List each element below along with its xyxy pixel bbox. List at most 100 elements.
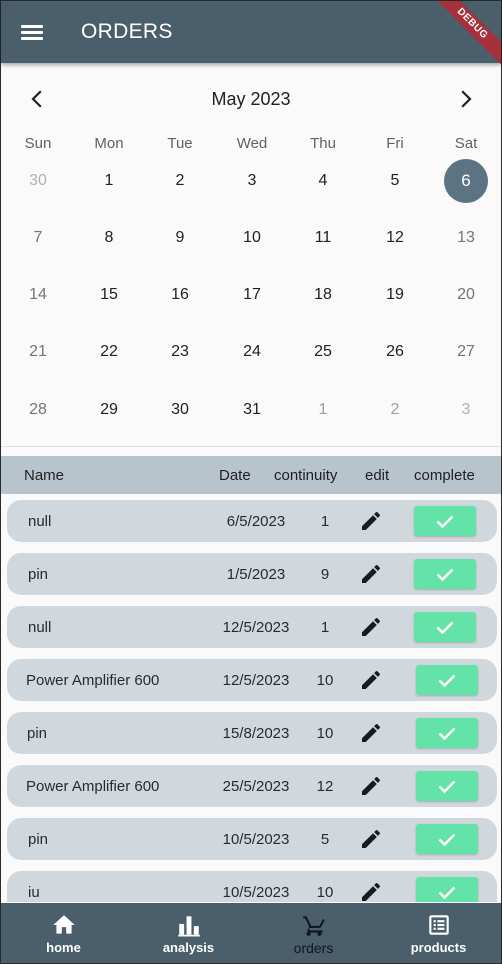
chevron-right-icon[interactable] [454, 87, 478, 111]
order-continuity: 1 [320, 619, 330, 636]
nav-label: analysis [162, 940, 215, 955]
calendar-day[interactable]: 25 [301, 330, 345, 374]
order-continuity: 5 [320, 831, 330, 848]
order-name: pin [28, 566, 49, 583]
calendar-day[interactable]: 12 [373, 216, 417, 260]
calendar-day[interactable]: 17 [230, 273, 274, 317]
calendar: May 2023 Sun Mon Tue Wed Thu Fri Sat 30 1 2 3 4 5 6 7… [1, 63, 501, 447]
nav-item-analysis[interactable]: analysis [126, 903, 251, 963]
calendar-day[interactable]: 2 [158, 159, 202, 203]
complete-button[interactable] [416, 771, 478, 801]
order-row: null 12/5/2023 1 [7, 606, 497, 648]
calendar-day[interactable]: 7 [16, 216, 60, 260]
calendar-day[interactable]: 28 [16, 388, 60, 432]
nav-label: products [410, 940, 467, 955]
calendar-day[interactable]: 9 [158, 216, 202, 260]
calendar-day[interactable]: 30 [158, 388, 202, 432]
complete-button[interactable] [414, 612, 476, 642]
header-name: Name [24, 467, 65, 484]
weekday-label: Wed [236, 135, 268, 152]
pencil-icon[interactable] [359, 509, 383, 533]
pencil-icon[interactable] [359, 668, 383, 692]
header-edit: edit [365, 467, 390, 484]
calendar-day[interactable]: 23 [158, 330, 202, 374]
check-icon [438, 886, 456, 900]
pencil-icon[interactable] [359, 774, 383, 798]
order-continuity: 10 [316, 725, 334, 742]
calendar-day[interactable]: 8 [87, 216, 131, 260]
order-continuity: 9 [320, 566, 330, 583]
pencil-icon[interactable] [359, 562, 383, 586]
complete-button[interactable] [416, 824, 478, 854]
order-row: Power Amplifier 600 12/5/2023 10 [7, 659, 497, 701]
home-icon [52, 915, 75, 934]
calendar-day[interactable]: 18 [301, 273, 345, 317]
calendar-day[interactable]: 13 [444, 216, 488, 260]
complete-button[interactable] [416, 665, 478, 695]
menu-icon[interactable] [21, 23, 43, 41]
calendar-day[interactable]: 3 [230, 159, 274, 203]
calendar-day[interactable]: 26 [373, 330, 417, 374]
calendar-day[interactable]: 10 [230, 216, 274, 260]
order-row: Power Amplifier 600 25/5/2023 12 [7, 765, 497, 807]
complete-button[interactable] [416, 718, 478, 748]
pencil-icon[interactable] [359, 880, 383, 902]
complete-button[interactable] [414, 506, 476, 536]
order-date: 10/5/2023 [222, 831, 290, 848]
calendar-day[interactable]: 11 [301, 216, 345, 260]
calendar-day[interactable]: 21 [16, 330, 60, 374]
order-row: null 6/5/2023 1 [7, 500, 497, 542]
calendar-day[interactable]: 27 [444, 330, 488, 374]
order-date: 10/5/2023 [222, 884, 290, 901]
app-bar: ORDERS [1, 1, 501, 63]
calendar-day[interactable]: 16 [158, 273, 202, 317]
calendar-day[interactable]: 19 [373, 273, 417, 317]
calendar-day[interactable]: 29 [87, 388, 131, 432]
order-row: pin 1/5/2023 9 [7, 553, 497, 595]
order-date: 25/5/2023 [222, 778, 290, 795]
order-continuity: 10 [316, 884, 334, 901]
calendar-day[interactable]: 31 [230, 388, 274, 432]
calendar-day[interactable]: 2 [373, 388, 417, 432]
calendar-day[interactable]: 4 [301, 159, 345, 203]
nav-label: home [46, 940, 81, 955]
weekday-label: Mon [94, 135, 124, 152]
weekday-label: Sat [454, 135, 478, 152]
order-date: 12/5/2023 [222, 619, 290, 636]
order-name: null [28, 513, 52, 530]
calendar-day[interactable]: 1 [301, 388, 345, 432]
header-continuity: continuity [274, 467, 338, 484]
calendar-day[interactable]: 3 [444, 388, 488, 432]
complete-button[interactable] [414, 559, 476, 589]
order-name: pin [28, 831, 49, 848]
pencil-icon[interactable] [359, 721, 383, 745]
debug-label: DEBUG [431, 1, 501, 69]
orders-list[interactable]: null 6/5/2023 1 pin 1/5/2023 9 null 12/5/2023 1 P… [1, 494, 501, 902]
nav-item-orders[interactable]: orders [251, 903, 376, 963]
nav-item-products[interactable]: products [376, 903, 501, 963]
order-continuity: 1 [320, 513, 330, 530]
calendar-day[interactable]: 20 [444, 273, 488, 317]
calendar-day[interactable]: 22 [87, 330, 131, 374]
order-date: 15/8/2023 [222, 725, 290, 742]
calendar-day[interactable]: 24 [230, 330, 274, 374]
weekday-header: Sun Mon Tue Wed Thu Fri Sat [1, 135, 501, 153]
calendar-day[interactable]: 30 [16, 159, 60, 203]
header-date: Date [219, 467, 251, 484]
nav-label: orders [293, 940, 334, 956]
order-name: pin [27, 725, 48, 742]
order-name: null [28, 619, 52, 636]
pencil-icon[interactable] [359, 827, 383, 851]
calendar-day[interactable]: 15 [87, 273, 131, 317]
calendar-day[interactable]: 14 [16, 273, 60, 317]
calendar-day-selected[interactable]: 6 [444, 159, 488, 203]
order-row: iu 10/5/2023 10 [7, 871, 497, 902]
calendar-day[interactable]: 5 [373, 159, 417, 203]
order-date: 6/5/2023 [226, 513, 286, 530]
pencil-icon[interactable] [359, 615, 383, 639]
nav-item-home[interactable]: home [1, 903, 126, 963]
calendar-day[interactable]: 1 [87, 159, 131, 203]
calendar-month-label: May 2023 [211, 89, 291, 109]
weekday-label: Thu [310, 135, 336, 152]
complete-button[interactable] [416, 877, 478, 902]
